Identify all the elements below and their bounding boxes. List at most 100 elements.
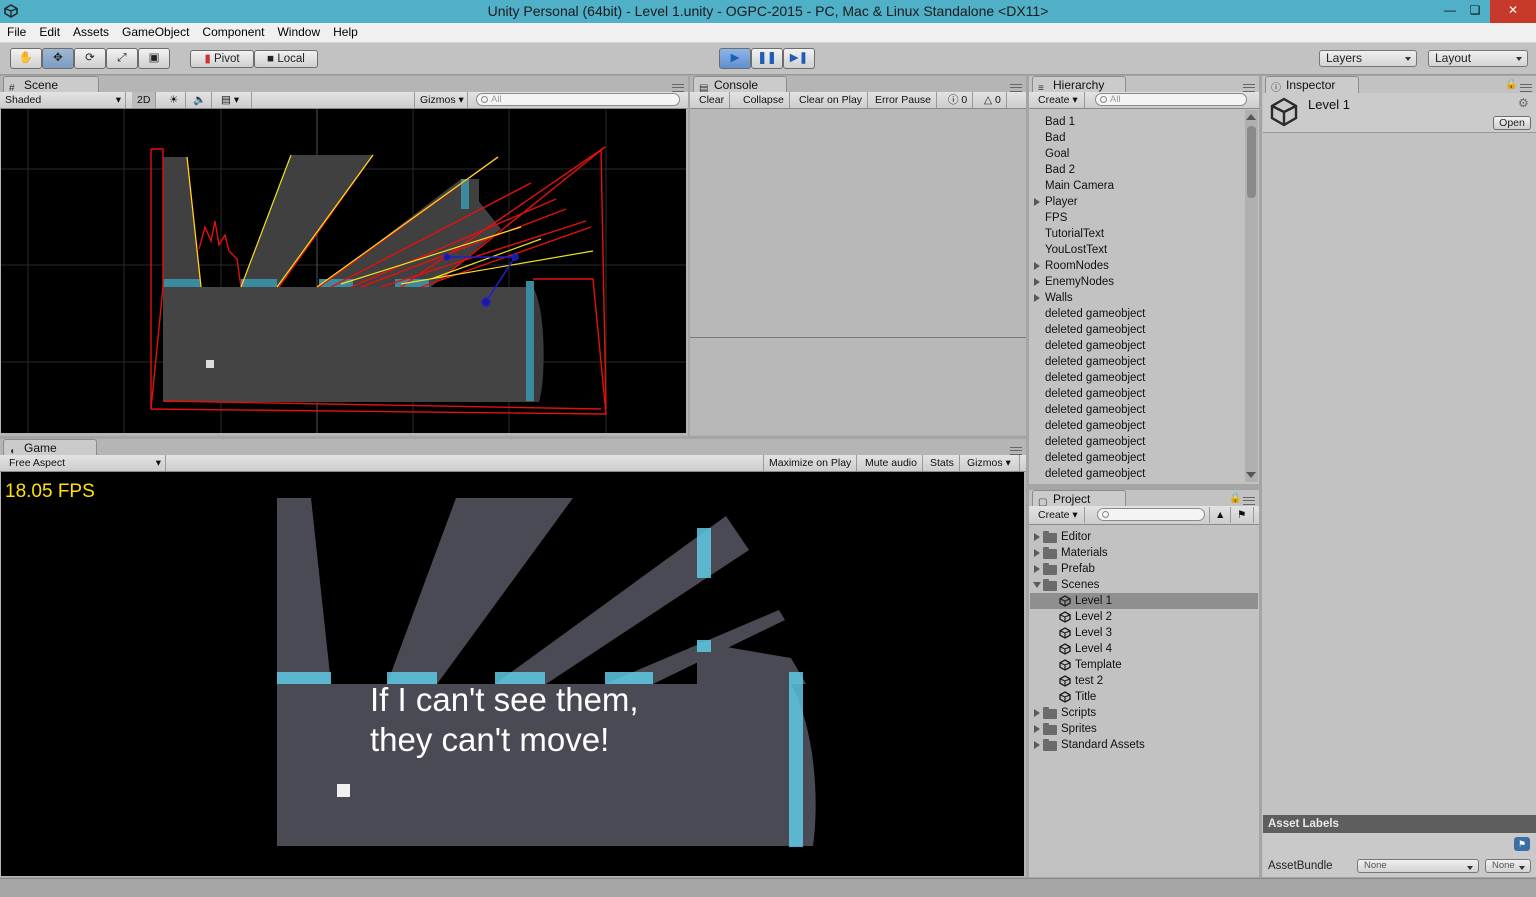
rect-tool-button[interactable]: ▣ — [138, 48, 170, 69]
project-search-input[interactable] — [1097, 508, 1205, 521]
console-clear-on-play-toggle[interactable]: Clear on Play — [794, 92, 869, 108]
scene-asset[interactable]: Level 3 — [1075, 625, 1112, 641]
scene-asset[interactable]: Template — [1075, 657, 1122, 673]
menu-file[interactable]: File — [0, 23, 32, 42]
hierarchy-item[interactable]: TutorialText — [1045, 226, 1104, 242]
menu-edit[interactable]: Edit — [32, 23, 66, 42]
hierarchy-item[interactable]: Bad 1 — [1045, 114, 1075, 130]
hierarchy-item[interactable]: Main Camera — [1045, 178, 1114, 194]
scene-asset[interactable]: Level 1 — [1075, 593, 1112, 609]
project-folder[interactable]: Scenes — [1061, 577, 1099, 593]
hierarchy-item[interactable]: deleted gameobject — [1045, 402, 1145, 418]
scene-audio-toggle[interactable]: 🔈 — [188, 92, 212, 108]
expand-arrow-icon[interactable] — [1034, 549, 1040, 557]
hierarchy-item[interactable]: deleted gameobject — [1045, 354, 1145, 370]
scene-asset[interactable]: test 2 — [1075, 673, 1103, 689]
console-info-filter[interactable]: ⓘ 0 — [944, 92, 974, 108]
scene-effects-dropdown[interactable]: ▤ ▾ — [216, 92, 252, 108]
hierarchy-item[interactable]: deleted gameobject — [1045, 386, 1145, 402]
pause-button[interactable]: ❚❚ — [751, 48, 783, 69]
inspector-panel-menu-icon[interactable] — [1520, 84, 1532, 92]
hierarchy-scroll-thumb[interactable] — [1247, 126, 1256, 198]
hierarchy-scrollbar[interactable] — [1245, 110, 1258, 482]
hierarchy-item[interactable]: Walls — [1045, 290, 1073, 306]
scene-gizmos-dropdown[interactable]: Gizmos ▾ — [414, 92, 468, 108]
maximize-on-play-toggle[interactable]: Maximize on Play — [763, 455, 858, 471]
hierarchy-item[interactable]: deleted gameobject — [1045, 306, 1145, 322]
game-gizmos-dropdown[interactable]: Gizmos ▾ — [962, 455, 1020, 471]
search-by-type-button[interactable]: ▲ — [1209, 507, 1231, 523]
project-create-dropdown[interactable]: Create ▾ — [1033, 507, 1085, 523]
hierarchy-item[interactable]: Bad — [1045, 130, 1065, 146]
lock-icon[interactable]: 🔒 — [1229, 493, 1241, 504]
project-folder[interactable]: Standard Assets — [1061, 737, 1145, 753]
expand-arrow-icon[interactable] — [1034, 725, 1040, 733]
menu-window[interactable]: Window — [270, 23, 326, 42]
console-warning-filter[interactable]: △ 0 — [980, 92, 1007, 108]
hierarchy-item[interactable]: YouLostText — [1045, 242, 1107, 258]
expand-arrow-icon[interactable] — [1034, 709, 1040, 717]
asset-labels-header[interactable]: Asset Labels — [1263, 815, 1536, 833]
tab-inspector[interactable]: ⓘ Inspector — [1265, 76, 1359, 94]
console-error-pause-toggle[interactable]: Error Pause — [870, 92, 938, 108]
pivot-toggle[interactable]: ▮ Pivot — [190, 50, 254, 68]
step-button[interactable]: ▶❚ — [783, 48, 815, 69]
scene-viewport[interactable] — [1, 109, 686, 433]
project-folder[interactable]: Prefab — [1061, 561, 1095, 577]
aspect-dropdown[interactable]: Free Aspect ▾ — [4, 455, 166, 471]
rotate-tool-button[interactable]: ⟳ — [74, 48, 106, 69]
game-panel-menu-icon[interactable] — [1010, 447, 1022, 455]
scene-lighting-toggle[interactable]: ☀ — [164, 92, 186, 108]
hierarchy-item[interactable]: Bad 2 — [1045, 162, 1075, 178]
hierarchy-item[interactable]: deleted gameobject — [1045, 466, 1145, 482]
menu-assets[interactable]: Assets — [66, 23, 115, 42]
move-tool-button[interactable]: ✥ — [42, 48, 74, 69]
hierarchy-item[interactable]: deleted gameobject — [1045, 450, 1145, 466]
asset-bundle-dropdown[interactable]: None — [1357, 859, 1479, 873]
inspector-lock-icon[interactable]: 🔒 — [1505, 79, 1517, 90]
project-folder[interactable]: Scripts — [1061, 705, 1096, 721]
scene-panel-menu-icon[interactable] — [672, 84, 684, 92]
play-button[interactable]: ▶ — [719, 48, 751, 69]
stats-toggle[interactable]: Stats — [925, 455, 960, 471]
project-folder[interactable]: Materials — [1061, 545, 1108, 561]
expand-arrow-icon[interactable] — [1034, 278, 1040, 286]
expand-arrow-icon[interactable] — [1034, 565, 1040, 573]
scene-search-input[interactable]: All — [476, 93, 680, 106]
scroll-down-icon[interactable] — [1246, 472, 1256, 478]
hierarchy-item[interactable]: deleted gameobject — [1045, 418, 1145, 434]
minimize-button[interactable]: — — [1442, 0, 1458, 23]
hierarchy-item[interactable]: deleted gameobject — [1045, 322, 1145, 338]
close-button[interactable]: ✕ — [1490, 0, 1536, 23]
console-panel-menu-icon[interactable] — [1010, 84, 1022, 92]
hierarchy-panel-menu-icon[interactable] — [1243, 84, 1255, 92]
scene-asset[interactable]: Title — [1075, 689, 1096, 705]
layout-dropdown[interactable]: Layout — [1428, 50, 1528, 67]
label-tag-icon[interactable]: ⚑ — [1514, 837, 1530, 851]
mode-2d-toggle[interactable]: 2D — [132, 92, 156, 108]
project-folder[interactable]: Editor — [1061, 529, 1091, 545]
scene-asset[interactable]: Level 4 — [1075, 641, 1112, 657]
inspector-open-button[interactable]: Open — [1493, 116, 1531, 130]
local-toggle[interactable]: ■ Local — [254, 50, 318, 68]
console-collapse-toggle[interactable]: Collapse — [738, 92, 790, 108]
project-folder[interactable]: Sprites — [1061, 721, 1097, 737]
hierarchy-item[interactable]: Player — [1045, 194, 1078, 210]
search-by-label-button[interactable]: ⚑ — [1232, 507, 1254, 523]
hierarchy-search-input[interactable]: All — [1095, 93, 1247, 106]
expand-arrow-icon[interactable] — [1034, 198, 1040, 206]
expand-arrow-icon[interactable] — [1034, 741, 1040, 749]
hand-tool-button[interactable]: ✋ — [10, 48, 42, 69]
hierarchy-item[interactable]: Goal — [1045, 146, 1069, 162]
settings-gear-icon[interactable]: ⚙ — [1518, 96, 1529, 110]
hierarchy-create-dropdown[interactable]: Create ▾ — [1033, 92, 1085, 108]
maximize-icon[interactable]: ❏ — [1466, 0, 1484, 23]
menu-help[interactable]: Help — [326, 23, 364, 42]
menu-gameobject[interactable]: GameObject — [115, 23, 195, 42]
expand-arrow-icon[interactable] — [1034, 533, 1040, 541]
hierarchy-item[interactable]: FPS — [1045, 210, 1067, 226]
hierarchy-item[interactable]: deleted gameobject — [1045, 434, 1145, 450]
expand-arrow-icon[interactable] — [1034, 262, 1040, 270]
expand-arrow-icon[interactable] — [1034, 294, 1040, 302]
hierarchy-item[interactable]: deleted gameobject — [1045, 338, 1145, 354]
